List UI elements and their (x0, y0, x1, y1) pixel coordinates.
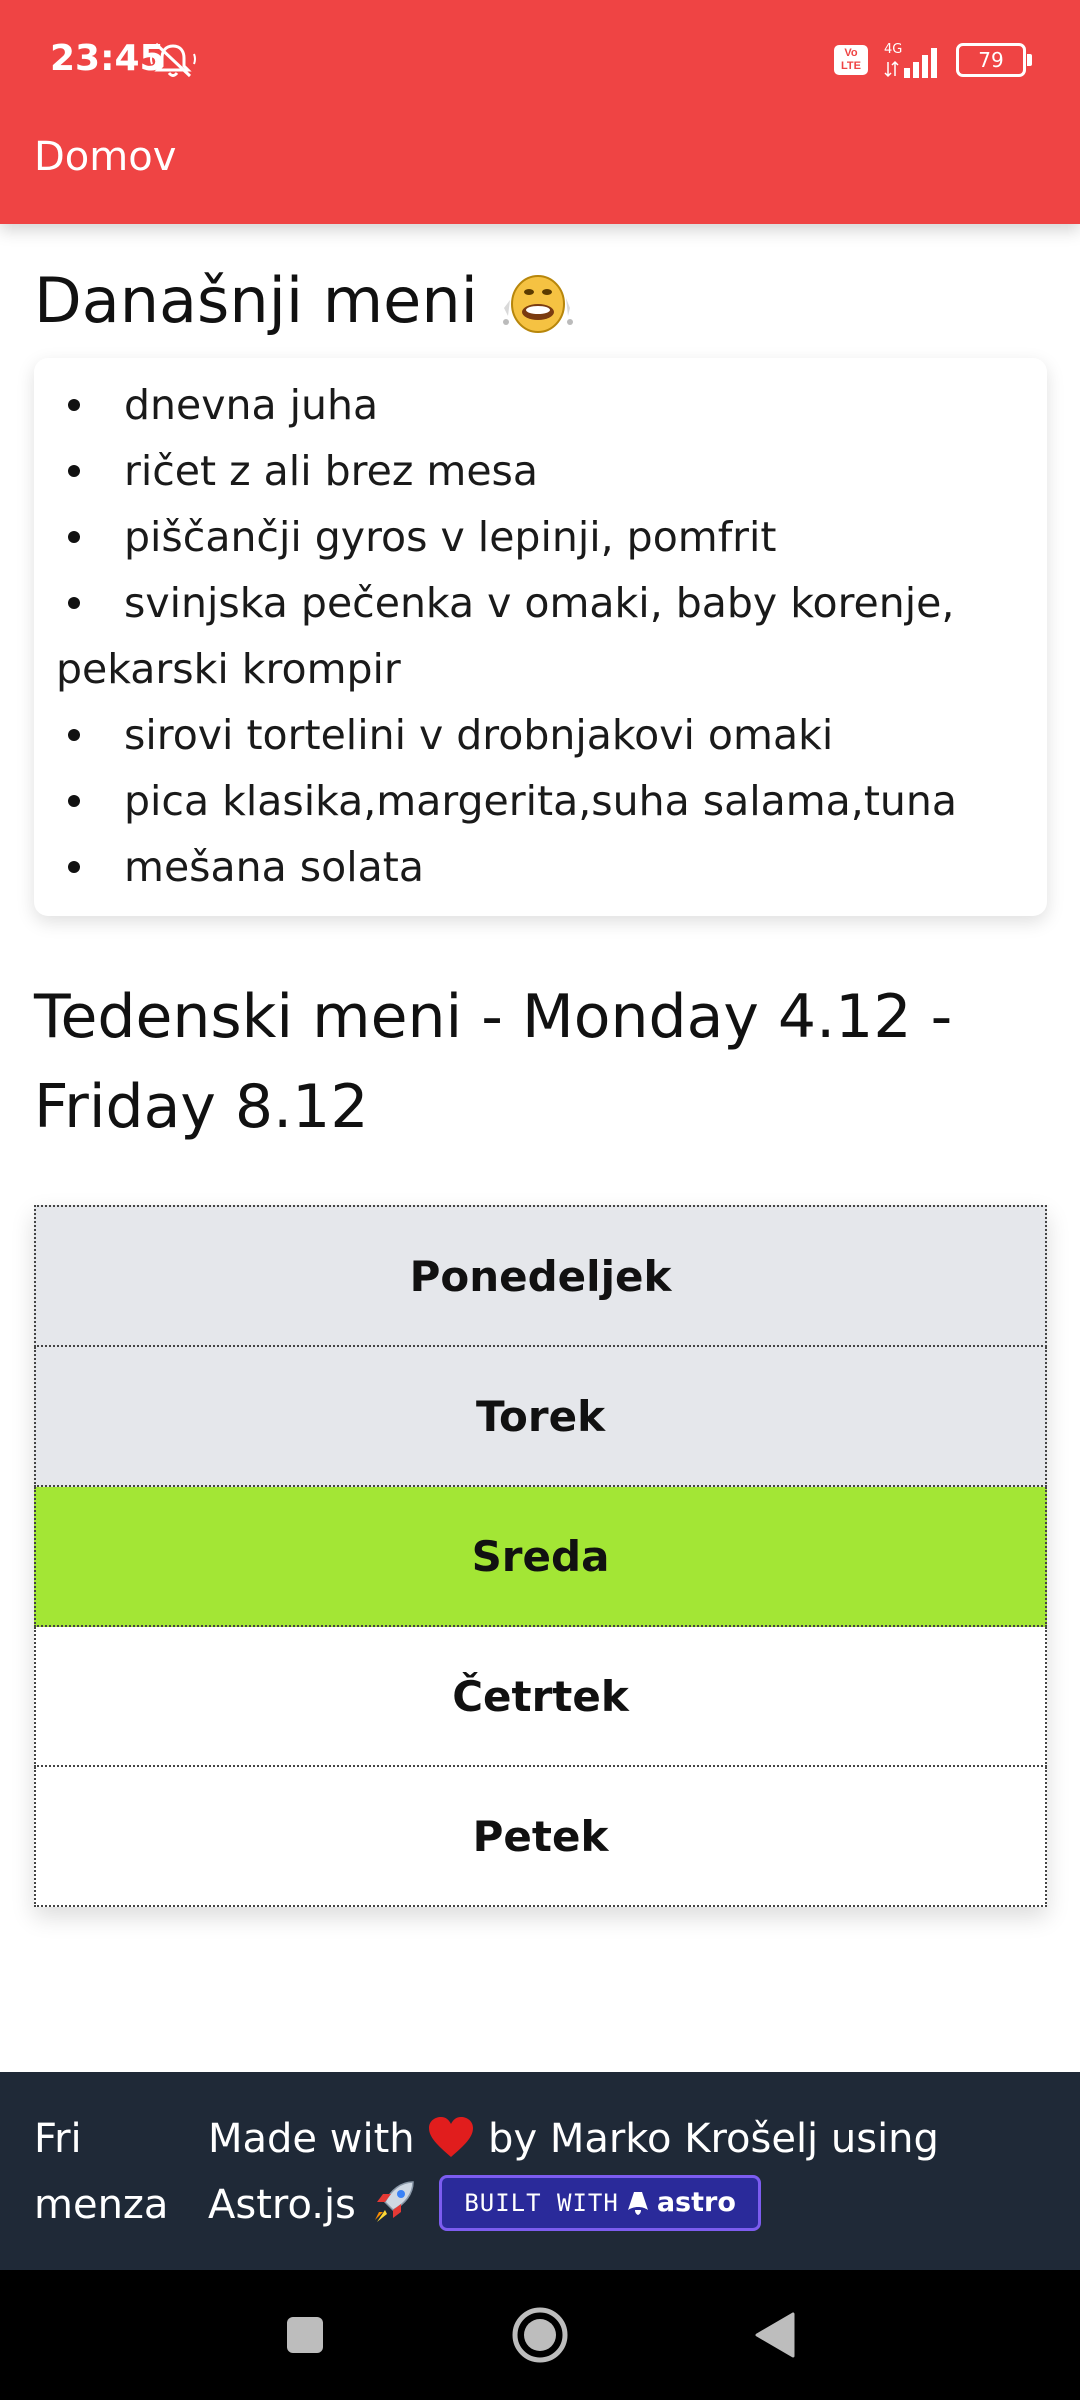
battery-icon: 79 (956, 43, 1032, 77)
bullet-icon (68, 531, 80, 543)
network-type: 4G (884, 42, 902, 57)
muted-bell-icon (150, 42, 196, 78)
footer: Fri menza Made with by Marko Krošelj usi… (0, 2072, 1080, 2270)
heart-icon (429, 2117, 474, 2157)
app-title-link[interactable]: Domov (34, 134, 176, 180)
menu-item: ričet z ali brez mesa (56, 438, 1029, 504)
bullet-icon (68, 861, 80, 873)
bullet-icon (68, 597, 80, 609)
bullet-icon (68, 399, 80, 411)
footer-credit: Made with by Marko Krošelj using Astro.j… (208, 2106, 1028, 2238)
astro-logo-icon (627, 2192, 648, 2215)
today-heading-text: Današnji meni (34, 263, 478, 337)
recent-apps-button[interactable] (260, 2270, 350, 2400)
square-icon (287, 2317, 323, 2353)
back-button[interactable] (730, 2270, 820, 2400)
volte-icon: Vo LTE (834, 45, 868, 75)
menu-item: sirovi tortelini v drobnjakovi omaki (56, 702, 1029, 768)
week-heading: Tedenski meni - Monday 4.12 - Friday 8.1… (34, 982, 953, 1142)
home-button[interactable] (490, 2270, 590, 2400)
app-header: 23:45 Vo LTE 4G 79 Domov (0, 0, 1080, 224)
rocket-icon (374, 2181, 414, 2222)
weekday-list: Ponedeljek Torek Sreda Četrtek Petek (34, 1205, 1047, 1907)
day-row-tuesday[interactable]: Torek (34, 1347, 1047, 1487)
menu-item: pica klasika,margerita,suha salama,tuna (56, 768, 1029, 834)
system-nav-bar (0, 2270, 1080, 2400)
back-triangle-icon (755, 2312, 795, 2358)
bullet-icon (68, 795, 80, 807)
credit-text-start: Made with (208, 2116, 415, 2162)
bullet-icon (68, 729, 80, 741)
home-circle-icon (512, 2307, 568, 2363)
today-heading: Današnji meni (34, 262, 578, 338)
menu-item: svinjska pečenka v omaki, baby korenje, … (56, 579, 955, 693)
badge-prefix: BUILT WITH (464, 2189, 619, 2217)
status-indicators: Vo LTE 4G 79 (834, 38, 1032, 82)
today-menu-list: dnevna juha ričet z ali brez mesa piščan… (34, 358, 1047, 900)
day-row-thursday[interactable]: Četrtek (34, 1627, 1047, 1767)
hungry-face-emoji-icon (502, 275, 573, 333)
badge-name: astro (656, 2187, 736, 2218)
built-with-astro-badge[interactable]: BUILT WITH astro (439, 2175, 761, 2231)
bullet-icon (68, 465, 80, 477)
day-row-monday[interactable]: Ponedeljek (34, 1205, 1047, 1347)
menu-item: mešana solata (56, 834, 1029, 900)
day-row-friday[interactable]: Petek (34, 1767, 1047, 1907)
menu-item: piščančji gyros v lepinji, pomfrit (56, 504, 1029, 570)
signal-icon: 4G (884, 42, 937, 78)
day-row-wednesday[interactable]: Sreda (34, 1487, 1047, 1627)
menu-item: dnevna juha (56, 372, 1029, 438)
footer-brand: Fri menza (34, 2116, 169, 2228)
today-menu-card: dnevna juha ričet z ali brez mesa piščan… (34, 358, 1047, 916)
